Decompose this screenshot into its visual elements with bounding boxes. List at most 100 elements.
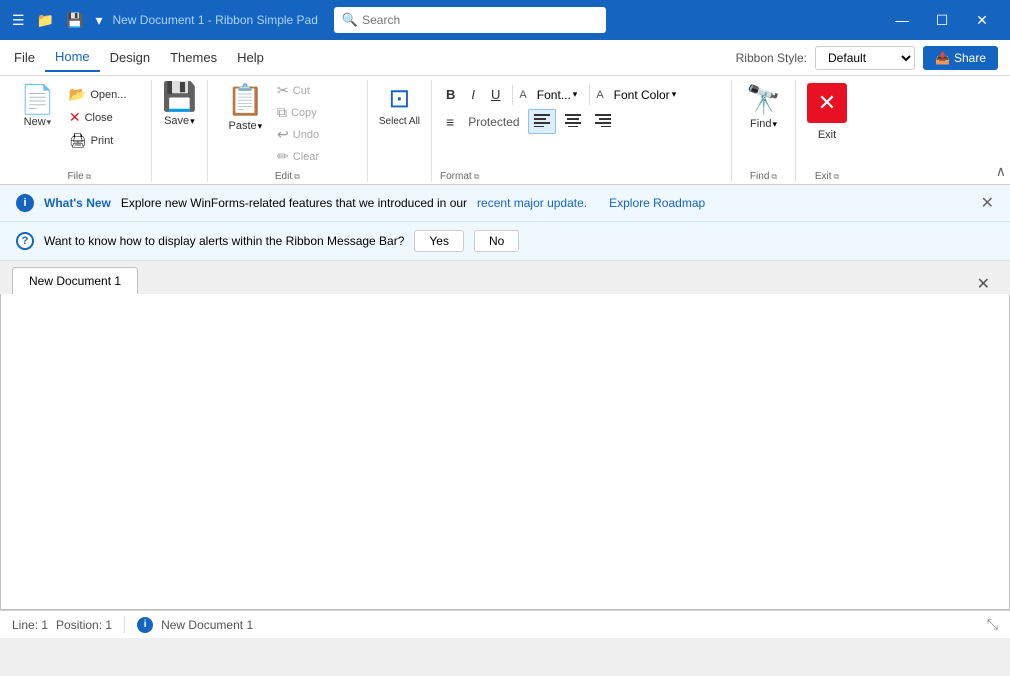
find-arrow: ▾ — [772, 119, 777, 130]
alert-bar-question: ? Want to know how to display alerts wit… — [0, 222, 1010, 261]
alert-info-link[interactable]: recent major update. — [477, 196, 587, 210]
paste-label: Paste — [229, 120, 257, 132]
document-editor[interactable] — [17, 310, 993, 590]
open-button[interactable]: 📂 Open... — [65, 84, 145, 105]
alert-info-close[interactable]: ✕ — [981, 193, 994, 213]
align-right-button[interactable] — [590, 110, 616, 133]
app-title: New Document 1 - Ribbon Simple Pad — [112, 13, 317, 27]
ribbon-style-select[interactable]: Default Office 2019 Office 2016 — [815, 46, 915, 70]
save-group-content: 💾 Save ▾ — [162, 80, 197, 178]
exit-button[interactable]: ✕ Exit — [802, 80, 852, 144]
search-box[interactable]: 🔍 — [334, 7, 606, 33]
menu-themes[interactable]: Themes — [160, 44, 227, 71]
edit-group-content: 📋 Paste ▾ ✂ Cut ⧉ Copy ↩ Undo — [222, 80, 353, 167]
print-icon: 🖨 — [69, 132, 87, 149]
alert-yes-button[interactable]: Yes — [414, 230, 464, 252]
select-all-button[interactable]: ⊡ Select All — [374, 80, 425, 131]
clear-icon: ✏ — [277, 148, 289, 165]
line-position: Line: 1 — [12, 618, 48, 632]
font-color-dropdown[interactable]: Font Color ▾ — [608, 85, 683, 105]
tab-close-button[interactable]: ✕ — [977, 274, 998, 294]
restore-button[interactable]: ☐ — [922, 0, 962, 40]
alert-no-button[interactable]: No — [474, 230, 519, 252]
new-button[interactable]: 📄 New ▾ — [14, 80, 61, 131]
save-icon[interactable]: 💾 — [62, 10, 87, 31]
share-button[interactable]: 📤 Share — [923, 46, 998, 70]
select-all-icon: ⊡ — [389, 83, 411, 114]
align-center-button[interactable] — [560, 110, 586, 133]
share-icon: 📤 — [935, 51, 950, 65]
close-button[interactable]: ✕ Close — [65, 107, 145, 128]
close-button[interactable]: ✕ — [962, 0, 1002, 40]
menu-bar: File Home Design Themes Help Ribbon Styl… — [0, 40, 1010, 76]
document-wrapper: New Document 1 ✕ — [0, 261, 1010, 610]
edit-group-label: Edit ⧉ — [275, 167, 300, 182]
edit-group-label-text: Edit — [275, 171, 292, 182]
cut-button[interactable]: ✂ Cut — [273, 80, 353, 101]
exit-label: Exit — [818, 129, 836, 141]
format-separator-1 — [512, 85, 513, 105]
copy-icon: ⧉ — [277, 104, 287, 121]
menu-file[interactable]: File — [4, 44, 45, 71]
print-label: Print — [91, 135, 114, 147]
align-left-icon — [534, 113, 550, 127]
list-button[interactable]: ≡ — [440, 111, 460, 133]
ribbon-style-label: Ribbon Style: — [736, 51, 807, 65]
alert-bar-info: i What's New Explore new WinForms-relate… — [0, 185, 1010, 222]
new-label: New — [24, 116, 46, 128]
file-group-expander[interactable]: ⧉ — [86, 172, 92, 182]
menu-home[interactable]: Home — [45, 43, 100, 72]
close-label: Close — [85, 112, 113, 124]
find-label: Find — [750, 118, 771, 130]
search-input[interactable] — [362, 13, 598, 27]
clear-button[interactable]: ✏ Clear — [273, 146, 353, 167]
tab-header: New Document 1 ✕ — [0, 261, 1010, 294]
print-button[interactable]: 🖨 Print — [65, 130, 145, 151]
find-group-expander[interactable]: ⧉ — [771, 172, 777, 182]
edit-group-expander[interactable]: ⧉ — [294, 172, 300, 182]
format-group-expander[interactable]: ⧉ — [474, 172, 480, 182]
find-group-content: 🔭 Find ▾ — [741, 80, 786, 167]
align-right-icon — [595, 113, 611, 127]
format-separator-2 — [589, 85, 590, 105]
font-size-icon: A — [519, 89, 526, 101]
italic-button[interactable]: I — [465, 84, 481, 105]
font-dropdown-label: Font... — [537, 88, 571, 102]
status-info-icon[interactable]: i — [137, 617, 153, 633]
paste-button[interactable]: 📋 Paste ▾ — [222, 80, 269, 135]
font-color-a-icon: A — [596, 89, 603, 101]
menu-help[interactable]: Help — [227, 44, 274, 71]
edit-small-buttons: ✂ Cut ⧉ Copy ↩ Undo ✏ Clear — [273, 80, 353, 167]
copy-button[interactable]: ⧉ Copy — [273, 102, 353, 123]
explore-roadmap-link[interactable]: Explore Roadmap — [609, 196, 705, 210]
menu-bar-right: Ribbon Style: Default Office 2019 Office… — [736, 46, 1006, 70]
status-separator — [124, 617, 125, 633]
alert-info-icon: i — [16, 194, 34, 212]
minimize-button[interactable]: — — [882, 0, 922, 40]
font-color-label: Font Color — [614, 88, 670, 102]
find-button[interactable]: 🔭 Find ▾ — [741, 80, 786, 133]
dropdown-icon[interactable]: ▾ — [91, 10, 106, 31]
align-left-button[interactable] — [528, 109, 556, 134]
copy-label: Copy — [291, 107, 317, 119]
menu-design[interactable]: Design — [100, 44, 160, 71]
file-group-label-text: File — [68, 171, 84, 182]
underline-button[interactable]: U — [485, 84, 506, 105]
format-row-2: ≡ Protected — [440, 109, 723, 134]
document-content[interactable] — [0, 294, 1010, 610]
cut-label: Cut — [293, 85, 310, 97]
save-button[interactable]: 💾 Save ▾ — [162, 80, 197, 127]
font-color-arrow: ▾ — [672, 89, 677, 100]
exit-group-label: Exit ⧉ — [815, 167, 839, 182]
bold-button[interactable]: B — [440, 84, 461, 105]
document-tab[interactable]: New Document 1 — [12, 267, 138, 294]
open-icon[interactable]: 📁 — [33, 10, 58, 31]
new-arrow: ▾ — [47, 117, 52, 128]
format-group-label: Format ⧉ — [440, 167, 723, 182]
app-title-subtitle: - Ribbon Simple Pad — [205, 13, 318, 27]
exit-group-expander[interactable]: ⧉ — [833, 172, 839, 182]
hamburger-icon[interactable]: ☰ — [8, 10, 29, 31]
undo-button[interactable]: ↩ Undo — [273, 124, 353, 145]
ribbon-collapse-button[interactable]: ∧ — [996, 163, 1006, 180]
font-dropdown[interactable]: Font... ▾ — [531, 85, 584, 105]
